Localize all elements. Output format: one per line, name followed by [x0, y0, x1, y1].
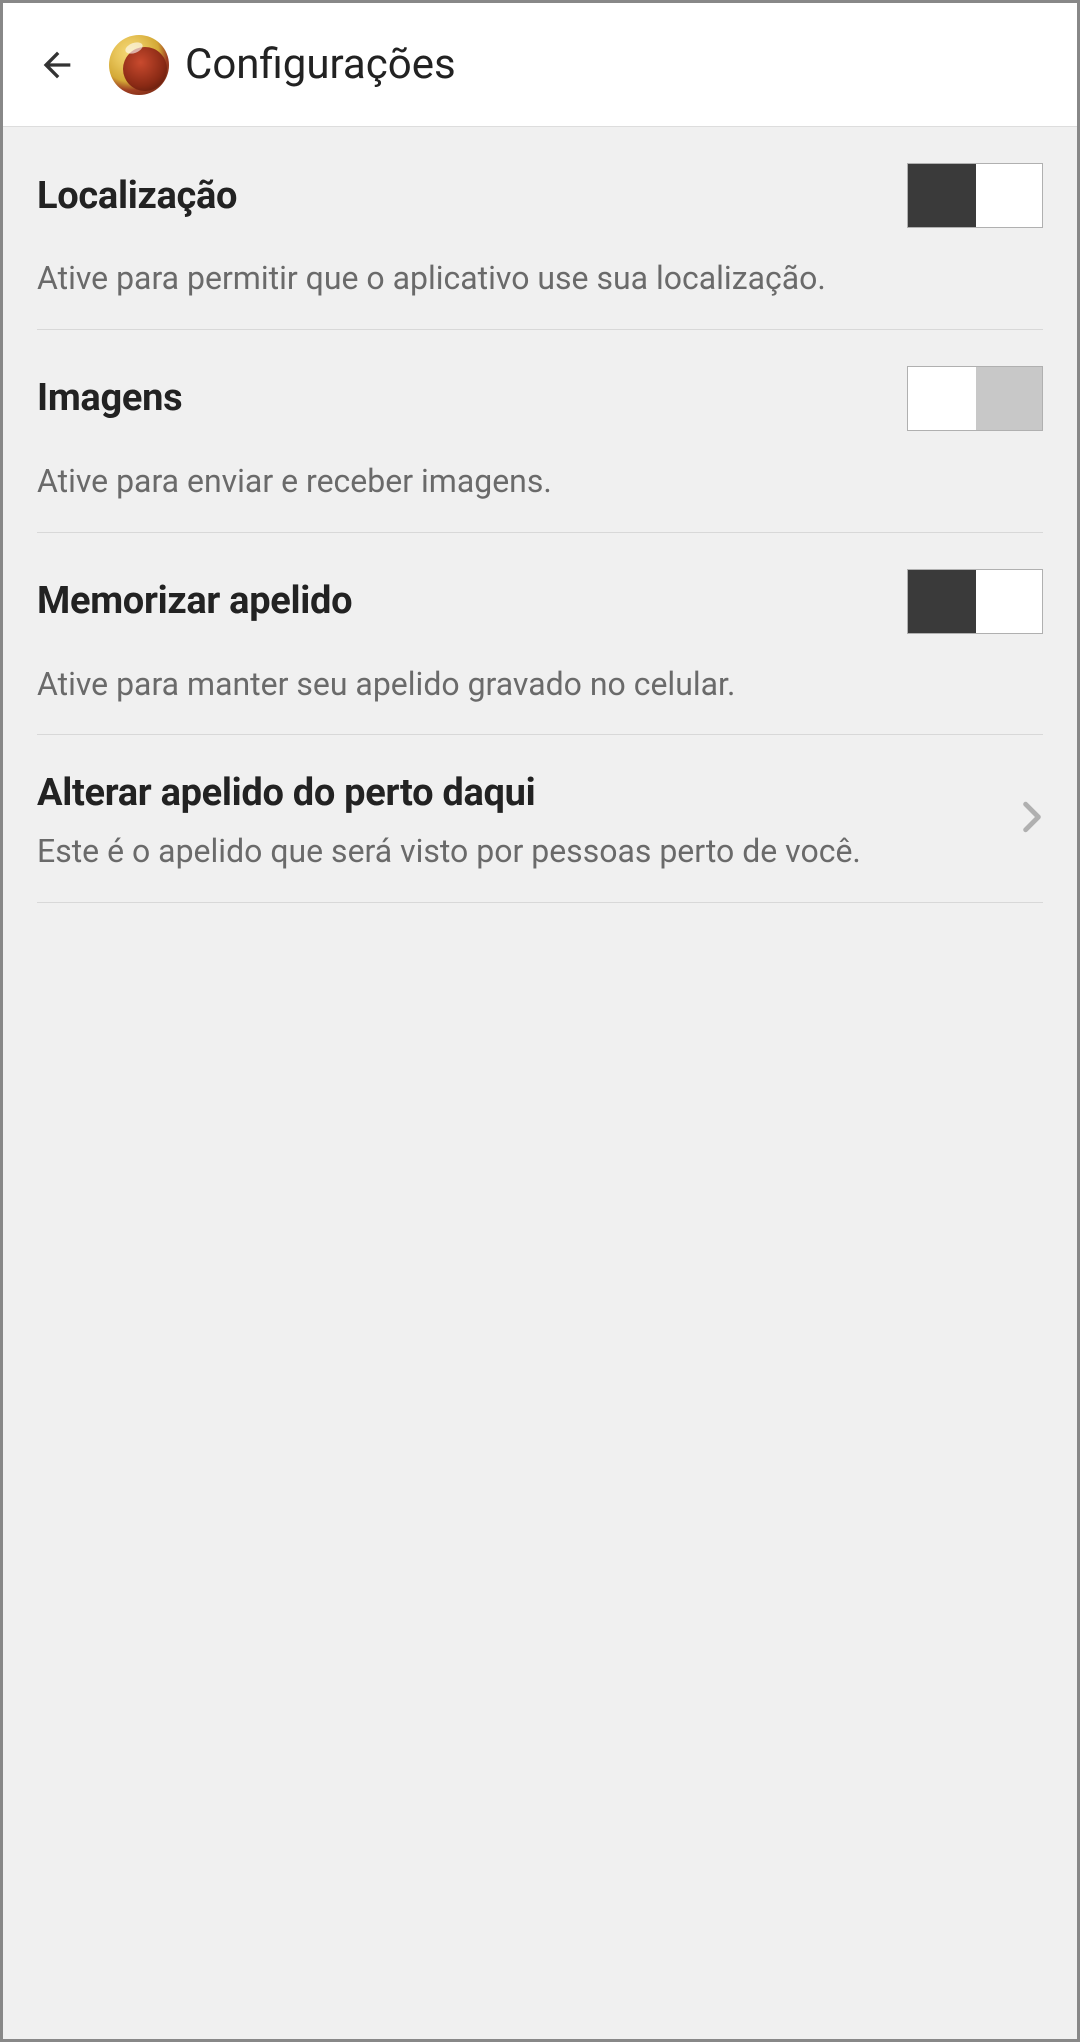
setting-remember-nickname-title: Memorizar apelido	[37, 579, 352, 623]
back-button[interactable]	[33, 41, 81, 89]
toggle-knob	[908, 570, 976, 633]
app-header: Configurações	[3, 3, 1077, 127]
setting-change-nickname-title: Alterar apelido do perto daqui	[37, 771, 535, 815]
settings-list: Localização Ative para permitir que o ap…	[3, 127, 1077, 903]
setting-localization: Localização Ative para permitir que o ap…	[37, 127, 1043, 330]
page-title: Configurações	[185, 40, 456, 89]
setting-images: Imagens Ative para enviar e receber imag…	[37, 330, 1043, 533]
setting-change-nickname-description: Este é o apelido que será visto por pess…	[37, 829, 1043, 874]
setting-change-nickname[interactable]: Alterar apelido do perto daqui Este é o …	[37, 735, 1043, 903]
app-logo-icon	[109, 35, 169, 95]
setting-images-description: Ative para enviar e receber imagens.	[37, 459, 1043, 504]
chevron-right-icon	[1021, 801, 1043, 837]
setting-localization-title: Localização	[37, 174, 237, 218]
setting-remember-nickname-description: Ative para manter seu apelido gravado no…	[37, 662, 1043, 707]
toggle-knob	[908, 164, 976, 227]
toggle-images[interactable]	[907, 366, 1043, 431]
toggle-remember-nickname[interactable]	[907, 569, 1043, 634]
arrow-back-icon	[37, 45, 77, 85]
setting-localization-description: Ative para permitir que o aplicativo use…	[37, 256, 1043, 301]
toggle-localization[interactable]	[907, 163, 1043, 228]
toggle-knob	[908, 367, 976, 430]
setting-remember-nickname: Memorizar apelido Ative para manter seu …	[37, 533, 1043, 736]
setting-images-title: Imagens	[37, 376, 182, 420]
